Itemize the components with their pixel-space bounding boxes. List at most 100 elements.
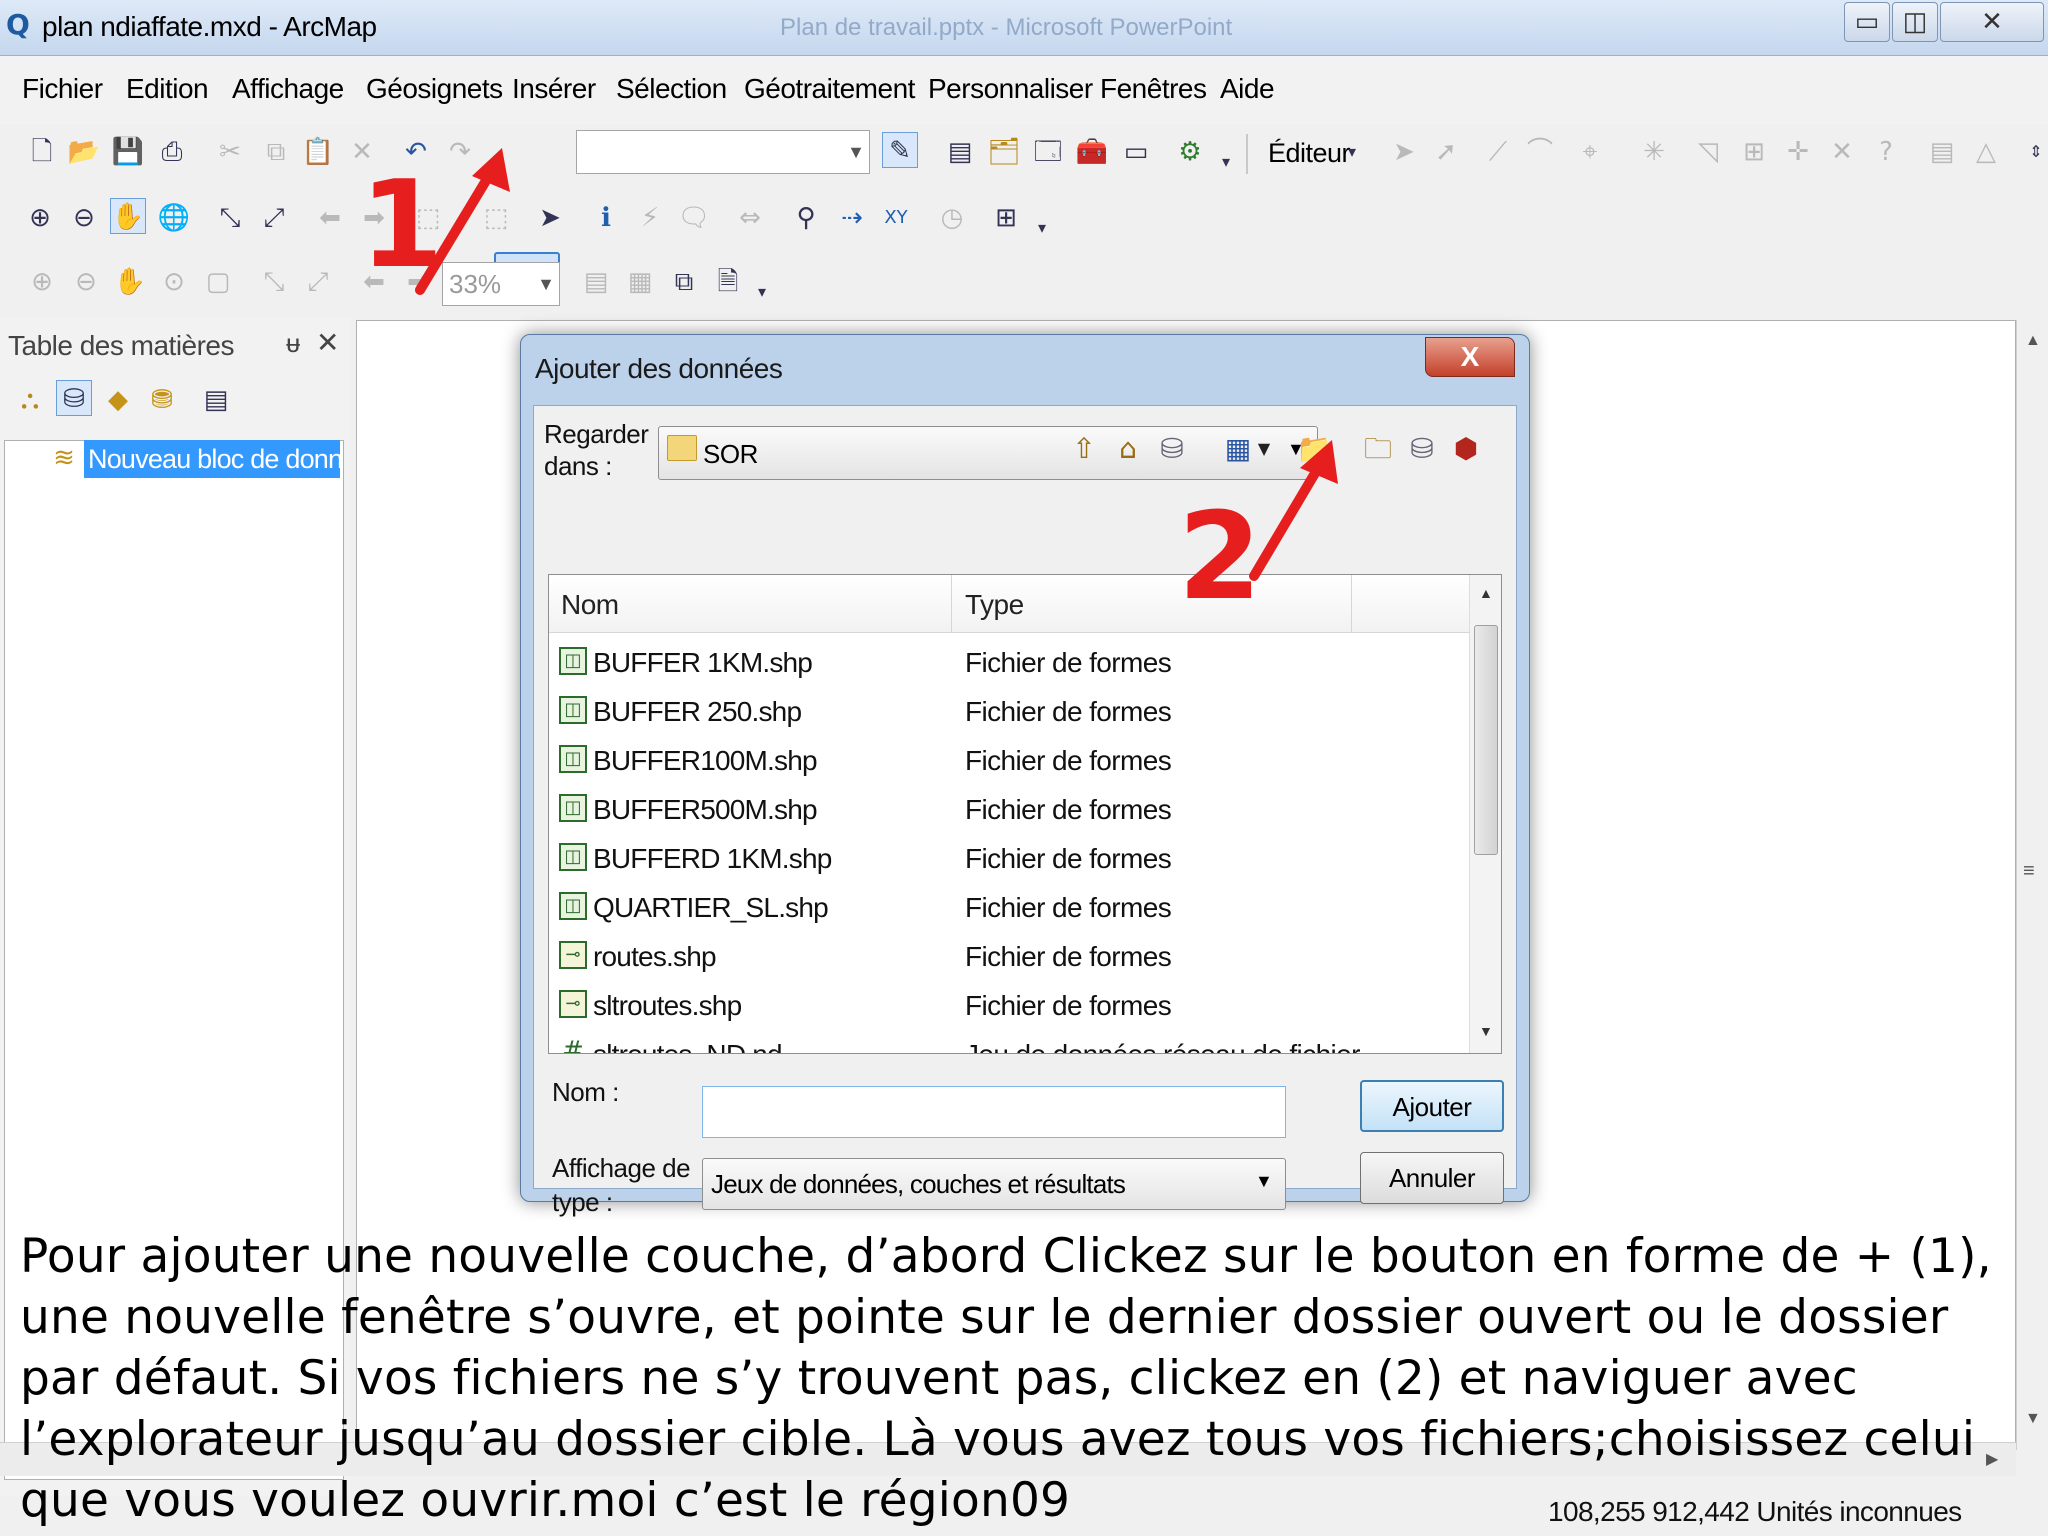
scroll-thumb[interactable] bbox=[1474, 625, 1498, 855]
open-folder-icon[interactable]: 📂 bbox=[66, 134, 102, 170]
menu-personnaliser[interactable]: Personnaliser bbox=[928, 72, 1093, 106]
trace-icon[interactable]: ⌖ bbox=[1572, 134, 1608, 170]
menu-affichage[interactable]: Affichage bbox=[232, 72, 344, 106]
catalog-options-icon[interactable]: ⬢ bbox=[1448, 430, 1484, 468]
file-row[interactable]: ◫ BUFFER100M.shp Fichier de formes bbox=[549, 735, 1469, 784]
pin-icon[interactable]: ᵾ bbox=[286, 328, 300, 359]
time-slider-icon[interactable]: ◷ bbox=[934, 200, 970, 236]
attributes-icon[interactable]: ▤ bbox=[1924, 134, 1960, 170]
change-layout-icon[interactable]: ⧉ bbox=[666, 264, 702, 300]
home-folder-icon[interactable]: ⌂ bbox=[1110, 430, 1146, 468]
menu-selection[interactable]: Sélection bbox=[616, 72, 727, 106]
save-icon[interactable]: 💾 bbox=[110, 134, 146, 170]
list-by-drawing-order-icon[interactable]: ⛬ bbox=[12, 382, 48, 418]
file-row[interactable]: # sltroutes_ND.nd Jeu de données réseau … bbox=[549, 1029, 1469, 1053]
create-viewer-window-icon[interactable]: ⊞ bbox=[988, 200, 1024, 236]
name-input[interactable] bbox=[702, 1086, 1286, 1138]
cut-polygon-icon[interactable]: ⊞ bbox=[1736, 134, 1772, 170]
python-window-icon[interactable]: ▭ bbox=[1118, 134, 1154, 170]
type-filter-select[interactable]: Jeux de données, couches et résultats ▼ bbox=[702, 1158, 1286, 1210]
html-popup-icon[interactable]: 🗨 bbox=[676, 200, 712, 236]
map-scale-combo[interactable]: ▼ bbox=[576, 130, 870, 174]
find-route-icon[interactable]: ⇢ bbox=[834, 200, 870, 236]
menu-geosignets[interactable]: Géosignets bbox=[366, 72, 503, 106]
copy-icon[interactable]: ⧉ bbox=[258, 134, 294, 170]
go-to-xy-icon[interactable]: XY bbox=[878, 200, 914, 236]
fixed-zoom-out-layout-icon[interactable]: ⤢ bbox=[300, 264, 336, 300]
edit-tool-icon[interactable]: ➤ bbox=[1386, 134, 1422, 170]
up-one-level-icon[interactable]: ⇧ bbox=[1066, 430, 1102, 468]
rotate-icon[interactable]: ✛ bbox=[1780, 134, 1816, 170]
zoom-in-icon[interactable]: ⊕ bbox=[22, 200, 58, 236]
create-features-icon[interactable]: △ bbox=[1968, 134, 2004, 170]
column-divider[interactable] bbox=[951, 575, 952, 633]
dialog-close-button[interactable]: X bbox=[1425, 337, 1515, 377]
layout-pan-icon[interactable]: ✋ bbox=[112, 264, 148, 300]
toc-close-icon[interactable]: ✕ bbox=[316, 326, 339, 359]
print-icon[interactable]: ⎙ bbox=[154, 134, 190, 170]
layout-zoom-out-icon[interactable]: ⊖ bbox=[68, 264, 104, 300]
sketch-properties-icon[interactable]: ? bbox=[1868, 134, 1904, 170]
toc-options-icon[interactable]: ▤ bbox=[198, 382, 234, 418]
zoom-out-icon[interactable]: ⊖ bbox=[66, 200, 102, 236]
list-by-selection-icon[interactable]: ⛃ bbox=[144, 382, 180, 418]
editor-menu[interactable]: Éditeur bbox=[1268, 138, 1351, 169]
menu-edition[interactable]: Edition bbox=[126, 72, 209, 106]
zoom-whole-page-icon[interactable]: ⊙ bbox=[156, 264, 192, 300]
paste-icon[interactable]: 📋 bbox=[300, 134, 336, 170]
file-row[interactable]: ◫ BUFFER 250.shp Fichier de formes bbox=[549, 686, 1469, 735]
delete-vertex-icon[interactable]: ✕ bbox=[1824, 134, 1860, 170]
fixed-zoom-in-icon[interactable]: ⤡ bbox=[212, 200, 248, 236]
file-row[interactable]: ⊸ sltroutes.shp Fichier de formes bbox=[549, 980, 1469, 1029]
model-builder-icon[interactable]: ⚙ bbox=[1172, 134, 1208, 170]
straight-segment-icon[interactable]: ⟋ bbox=[1480, 134, 1516, 170]
cancel-button[interactable]: Annuler bbox=[1360, 1152, 1504, 1204]
look-in-select[interactable]: SOR ▼ bbox=[658, 426, 1318, 480]
new-geodatabase-icon[interactable]: ⛁ bbox=[1404, 430, 1440, 468]
menu-geotraitement[interactable]: Géotraitement bbox=[744, 72, 915, 106]
toolbar-overflow-icon[interactable]: ⇕ bbox=[2026, 134, 2046, 170]
search-window-icon[interactable]: 🗔 bbox=[1030, 134, 1066, 170]
toggle-contents-icon[interactable]: ⛁ bbox=[1154, 430, 1190, 468]
zoom-100-icon[interactable]: ▢ bbox=[200, 264, 236, 300]
list-by-source-icon[interactable]: ⛁ bbox=[56, 380, 92, 416]
toolbar-options-icon[interactable]: ▾ bbox=[1032, 210, 1052, 246]
table-of-contents-icon[interactable]: ▤ bbox=[942, 134, 978, 170]
focus-data-frame-icon[interactable]: ▦ bbox=[622, 264, 658, 300]
hyperlink-icon[interactable]: ⚡ bbox=[632, 200, 668, 236]
pan-hand-icon[interactable]: ✋ bbox=[110, 198, 146, 234]
fixed-zoom-out-icon[interactable]: ⤢ bbox=[256, 200, 292, 236]
find-binoculars-icon[interactable]: ⚲ bbox=[788, 200, 824, 236]
go-back-icon[interactable]: ⬅ bbox=[312, 200, 348, 236]
maximize-button[interactable]: ◫ bbox=[1892, 2, 1938, 42]
edit-annotation-icon[interactable]: ➚ bbox=[1428, 134, 1464, 170]
split-icon[interactable]: ✳ bbox=[1636, 134, 1672, 170]
cut-icon[interactable]: ✂ bbox=[212, 134, 248, 170]
data-frame-layer[interactable]: Nouveau bloc de données bbox=[84, 440, 340, 478]
fixed-zoom-in-layout-icon[interactable]: ⤡ bbox=[256, 264, 292, 300]
column-divider[interactable] bbox=[1351, 575, 1352, 633]
file-row[interactable]: ◫ QUARTIER_SL.shp Fichier de formes bbox=[549, 882, 1469, 931]
select-elements-icon[interactable]: ➤ bbox=[532, 200, 568, 236]
new-document-icon[interactable]: 🗋 bbox=[24, 134, 60, 170]
identify-icon[interactable]: ℹ bbox=[588, 200, 624, 236]
scroll-down-arrow-icon[interactable]: ▼ bbox=[1479, 1023, 1493, 1039]
list-by-visibility-icon[interactable]: ◆ bbox=[100, 382, 136, 418]
menu-fichier[interactable]: Fichier bbox=[22, 72, 103, 106]
file-list-scrollbar[interactable]: ▲ ▼ bbox=[1469, 575, 1501, 1053]
menu-aide[interactable]: Aide bbox=[1220, 72, 1275, 106]
editor-toolbar-icon[interactable]: ✎ bbox=[882, 132, 918, 168]
toolbar-options-icon[interactable]: ▾ bbox=[1216, 144, 1236, 180]
minimize-button[interactable]: ▭ bbox=[1844, 2, 1890, 42]
full-extent-globe-icon[interactable]: 🌐 bbox=[156, 200, 192, 236]
file-row[interactable]: ◫ BUFFERD 1KM.shp Fichier de formes bbox=[549, 833, 1469, 882]
scroll-up-arrow-icon[interactable]: ▲ bbox=[1479, 585, 1493, 601]
window-close-button[interactable]: ✕ bbox=[1940, 2, 2044, 42]
menu-inserer[interactable]: Insérer bbox=[512, 72, 596, 106]
column-header-type[interactable]: Type bbox=[965, 589, 1024, 621]
reshape-icon[interactable]: ◹ bbox=[1690, 134, 1726, 170]
column-header-name[interactable]: Nom bbox=[561, 589, 619, 621]
catalog-icon[interactable]: 🗂 bbox=[986, 134, 1022, 170]
scroll-up-arrow-icon[interactable]: ▲ bbox=[2025, 332, 2041, 350]
file-row[interactable]: ⊸ routes.shp Fichier de formes bbox=[549, 931, 1469, 980]
